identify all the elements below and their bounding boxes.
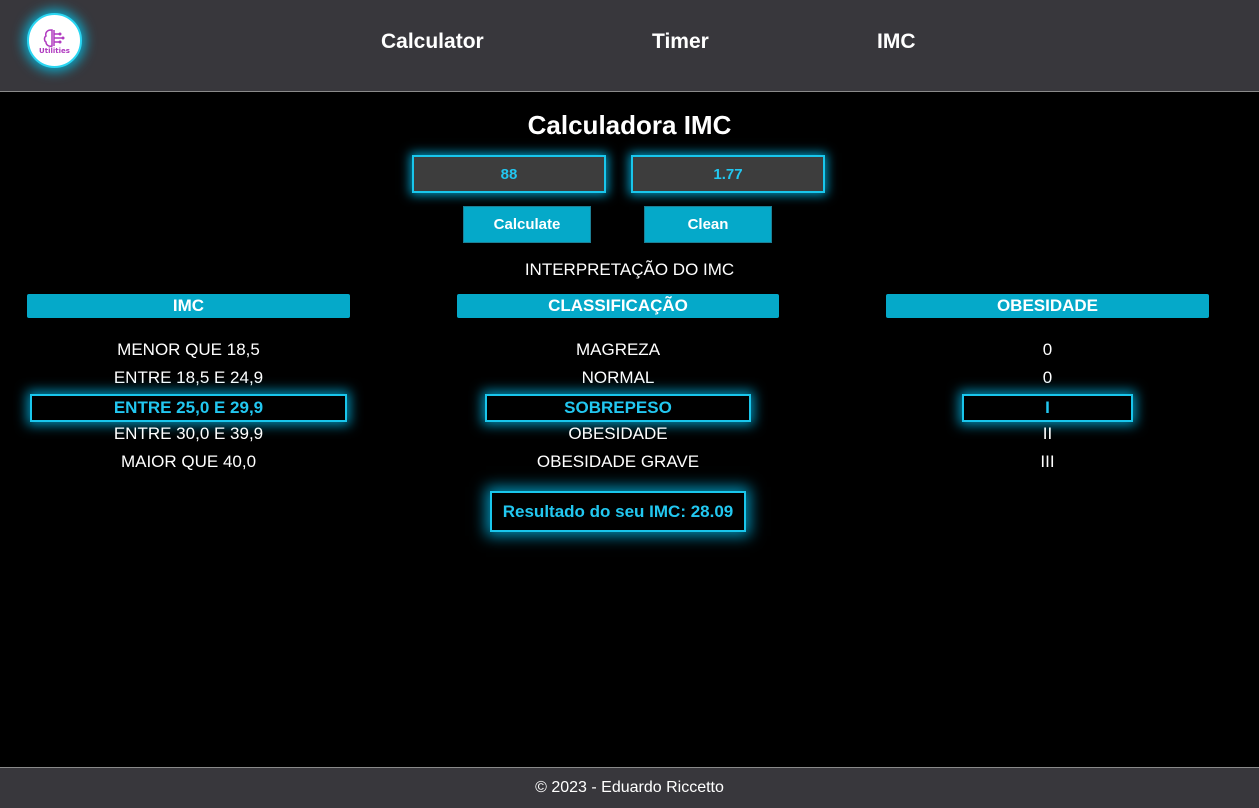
table-cell-obesidade: III	[1040, 452, 1055, 471]
nav-calculator[interactable]: Calculator	[381, 30, 484, 54]
footer: © 2023 - Eduardo Riccetto	[0, 767, 1259, 808]
header-obesidade: OBESIDADE	[886, 294, 1209, 318]
table-cell-imc: MENOR QUE 18,5	[117, 340, 260, 359]
table-caption: INTERPRETAÇÃO DO IMC	[524, 260, 735, 279]
clean-button[interactable]: Clean	[644, 206, 772, 243]
highlighted-cell-classificacao: SOBREPESO	[485, 394, 751, 422]
table-cell-imc: ENTRE 30,0 E 39,9	[113, 424, 264, 443]
table-cell-imc: MAIOR QUE 40,0	[120, 452, 257, 471]
table-cell-obesidade: II	[1042, 424, 1053, 443]
table-cell-classificacao: NORMAL	[581, 368, 655, 387]
highlighted-cell-obesidade: I	[962, 394, 1133, 422]
page-title: Calculadora IMC	[527, 110, 732, 140]
table-cell-classificacao: MAGREZA	[575, 340, 661, 359]
table-cell-obesidade: 0	[1042, 340, 1053, 359]
nav-imc[interactable]: IMC	[877, 30, 916, 54]
highlighted-cell-imc: ENTRE 25,0 E 29,9	[30, 394, 347, 422]
top-navbar: Utilities Calculator Timer IMC	[0, 0, 1259, 92]
table-cell-obesidade: 0	[1042, 368, 1053, 387]
table-cell-classificacao: OBESIDADE	[568, 424, 668, 443]
header-imc: IMC	[27, 294, 350, 318]
calculate-button[interactable]: Calculate	[463, 206, 591, 243]
table-cell-classificacao: OBESIDADE GRAVE	[536, 452, 700, 471]
weight-input[interactable]	[412, 155, 606, 193]
header-classificacao: CLASSIFICAÇÃO	[457, 294, 779, 318]
imc-result: Resultado do seu IMC: 28.09	[490, 491, 746, 532]
brain-icon	[43, 28, 64, 47]
nav-timer[interactable]: Timer	[652, 30, 709, 54]
footer-copyright: © 2023 - Eduardo Riccetto	[535, 779, 724, 796]
height-input[interactable]	[631, 155, 825, 193]
table-cell-imc: ENTRE 18,5 E 24,9	[113, 368, 264, 387]
logo-text: Utilities	[39, 46, 70, 55]
utilities-logo[interactable]: Utilities	[27, 13, 82, 68]
